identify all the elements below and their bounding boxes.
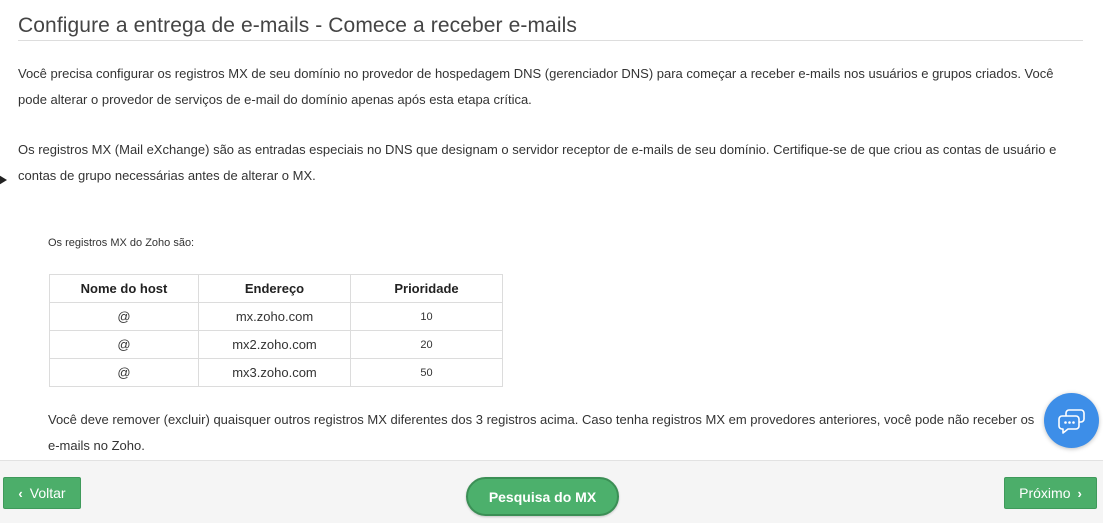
column-header-priority: Prioridade bbox=[350, 274, 503, 303]
title-divider bbox=[18, 40, 1083, 41]
page-title: Configure a entrega de e-mails - Comece … bbox=[18, 14, 577, 37]
next-button-label: Próximo bbox=[1019, 485, 1071, 501]
address-cell: mx.zoho.com bbox=[198, 302, 351, 331]
collapse-arrow-icon[interactable] bbox=[0, 172, 7, 188]
chat-support-button[interactable] bbox=[1044, 393, 1099, 448]
column-header-address: Endereço bbox=[198, 274, 351, 303]
chat-bubble-icon bbox=[1057, 408, 1085, 434]
mx-warning-text: Você deve remover (excluir) quaisquer ou… bbox=[48, 412, 1035, 453]
priority-cell: 20 bbox=[350, 330, 503, 359]
chevron-right-icon: › bbox=[1077, 485, 1082, 501]
table-header-row: Nome do host Endereço Prioridade bbox=[49, 274, 503, 303]
chevron-left-icon: ‹ bbox=[18, 485, 23, 501]
mx-records-table: Nome do host Endereço Prioridade @ mx.zo… bbox=[49, 274, 503, 387]
next-button[interactable]: Próximo › bbox=[1004, 477, 1097, 509]
priority-cell: 50 bbox=[350, 358, 503, 387]
wizard-footer: ‹ Voltar Pesquisa do MX Próximo › bbox=[0, 460, 1103, 523]
mx-records-label: Os registros MX do Zoho são: bbox=[48, 237, 195, 249]
host-cell: @ bbox=[49, 358, 199, 387]
mx-lookup-button-label: Pesquisa do MX bbox=[488, 488, 597, 505]
table-row: @ mx.zoho.com 10 bbox=[49, 302, 503, 331]
address-cell: mx3.zoho.com bbox=[198, 358, 351, 387]
back-button-label: Voltar bbox=[29, 485, 66, 501]
back-button[interactable]: ‹ Voltar bbox=[3, 477, 81, 509]
mail-delivery-setup-page: Configure a entrega de e-mails - Comece … bbox=[0, 0, 1103, 523]
priority-cell: 10 bbox=[350, 302, 503, 331]
table-row: @ mx2.zoho.com 20 bbox=[49, 330, 503, 359]
address-cell: mx2.zoho.com bbox=[198, 330, 351, 359]
intro-paragraph-1: Você precisa configurar os registros MX … bbox=[18, 66, 1054, 107]
column-header-host: Nome do host bbox=[49, 274, 199, 303]
intro-paragraph-2: Os registros MX (Mail eXchange) são as e… bbox=[18, 142, 1057, 183]
host-cell: @ bbox=[49, 330, 199, 359]
table-row: @ mx3.zoho.com 50 bbox=[49, 358, 503, 387]
mx-lookup-button[interactable]: Pesquisa do MX bbox=[466, 477, 619, 516]
host-cell: @ bbox=[49, 302, 199, 331]
